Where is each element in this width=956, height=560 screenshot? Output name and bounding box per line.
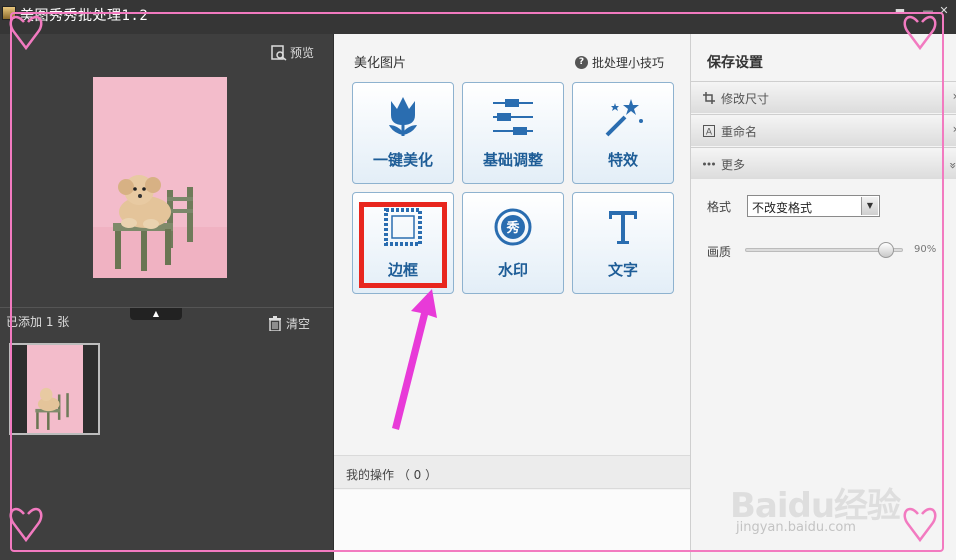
operations-list <box>334 490 690 560</box>
watermark-stamp-icon: 秀 <box>494 208 532 246</box>
preview-button[interactable]: 预览 <box>271 44 314 61</box>
close-button[interactable]: ✕ <box>937 4 951 18</box>
title-bar: 美图秀秀批处理1.2 ▬ — ✕ <box>0 0 956 34</box>
quality-slider[interactable] <box>745 242 903 258</box>
tool-effects[interactable]: 特效 <box>572 82 674 184</box>
preview-label: 预览 <box>290 46 315 60</box>
tool-one-click-beautify[interactable]: 一键美化 <box>352 82 454 184</box>
tulip-icon <box>389 97 417 136</box>
operations-label: 我的操作 （ 0 ） <box>346 468 438 482</box>
tips-label: 批处理小技巧 <box>591 56 664 70</box>
tool-label: 特效 <box>607 151 638 169</box>
tool-watermark[interactable]: 秀 水印 <box>462 192 564 294</box>
quality-slider-knob[interactable] <box>878 242 895 258</box>
save-settings-title: 保存设置 <box>707 55 763 71</box>
collapse-arrow-icon: » <box>946 162 956 166</box>
format-label: 格式 <box>707 200 732 214</box>
quality-value: 90% <box>914 244 937 255</box>
magic-wand-icon <box>605 99 643 137</box>
app-icon <box>2 6 16 20</box>
rename-icon: A <box>703 125 715 137</box>
quality-label: 画质 <box>707 245 732 259</box>
image-thumbnail[interactable] <box>9 343 100 435</box>
format-value: 不改变格式 <box>752 201 813 215</box>
section-label: 修改尺寸 <box>721 92 770 106</box>
operations-bar: 我的操作 （ 0 ） <box>334 455 690 489</box>
tips-link[interactable]: ? 批处理小技巧 <box>574 54 664 71</box>
tool-label: 文字 <box>607 261 638 279</box>
restore-button[interactable]: — <box>921 4 935 18</box>
watermark-url: jingyan.baidu.com <box>736 520 856 535</box>
app-title: 美图秀秀批处理1.2 <box>20 8 149 24</box>
text-t-icon <box>609 211 637 244</box>
tool-border[interactable]: 边框 <box>352 192 454 294</box>
svg-text:A: A <box>706 128 713 138</box>
minimize-button[interactable]: ▬ <box>893 4 907 18</box>
thumbnail-image <box>27 345 83 433</box>
tool-label: 基础调整 <box>482 151 543 169</box>
tool-label: 水印 <box>497 261 528 279</box>
image-list-panel: 预览 ▲ 已添加 1 张 清空 <box>0 34 333 560</box>
highlight-box <box>359 202 447 288</box>
tool-basic-adjust[interactable]: 基础调整 <box>462 82 564 184</box>
preview-image <box>93 77 227 278</box>
added-count-label: 已添加 1 张 <box>6 315 70 329</box>
expand-arrow-icon: » <box>953 89 956 103</box>
more-dots-icon <box>703 162 715 166</box>
help-icon: ? <box>574 56 588 69</box>
section-label: 更多 <box>721 158 746 172</box>
svg-text:秀: 秀 <box>505 220 520 236</box>
beautify-title: 美化图片 <box>354 56 407 71</box>
expand-arrow-icon: » <box>953 122 956 136</box>
section-resize[interactable]: 修改尺寸 » <box>691 81 956 113</box>
format-select[interactable]: 不改变格式 ▼ <box>747 195 880 217</box>
tool-text[interactable]: 文字 <box>572 192 674 294</box>
preview-icon <box>271 44 287 61</box>
dropdown-arrow-icon[interactable]: ▼ <box>861 197 878 215</box>
section-label: 重命名 <box>721 125 758 139</box>
section-rename[interactable]: A 重命名 » <box>691 114 956 146</box>
trash-icon <box>269 316 281 331</box>
sliders-icon <box>493 99 533 135</box>
beautify-panel: 美化图片 ? 批处理小技巧 一键美化 基础调整 特效 边框 秀 水印 文字 我的… <box>333 34 690 560</box>
clear-button[interactable]: 清空 <box>268 315 310 332</box>
crop-icon <box>703 92 715 104</box>
section-more[interactable]: 更多 » <box>691 147 956 179</box>
tool-label: 一键美化 <box>372 151 433 169</box>
collapse-preview-button[interactable]: ▲ <box>130 308 182 320</box>
clear-label: 清空 <box>286 317 311 331</box>
